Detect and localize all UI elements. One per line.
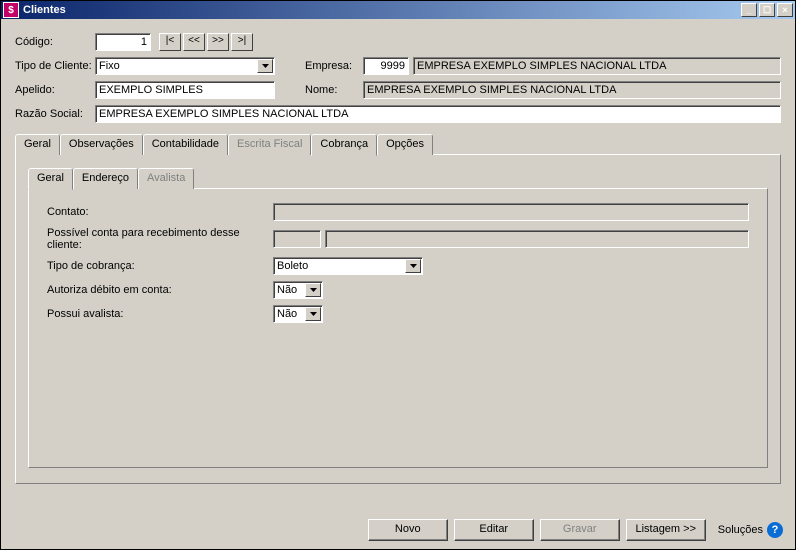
outer-tab-panel: Geral Endereço Avalista Contato: Possíve… <box>15 154 781 484</box>
empresa-label: Empresa: <box>305 60 363 72</box>
close-button[interactable]: × <box>777 3 793 17</box>
tipo-cobranca-label: Tipo de cobrança: <box>47 260 273 272</box>
tipo-cliente-value: Fixo <box>96 60 256 72</box>
help-icon: ? <box>767 522 783 538</box>
app-icon: $ <box>3 2 19 18</box>
inner-tab-panel: Contato: Possível conta para recebimento… <box>28 188 768 468</box>
autoriza-debito-combo[interactable]: Não <box>273 281 323 299</box>
apelido-label: Apelido: <box>15 84 95 96</box>
chevron-down-icon[interactable] <box>305 283 321 297</box>
window-title: Clientes <box>23 4 741 16</box>
subtab-geral[interactable]: Geral <box>28 168 73 190</box>
apelido-field[interactable]: EXEMPLO SIMPLES <box>95 81 275 99</box>
codigo-label: Código: <box>15 36 95 48</box>
minimize-button[interactable]: _ <box>741 3 757 17</box>
nome-field: EMPRESA EXEMPLO SIMPLES NACIONAL LTDA <box>363 81 781 99</box>
tab-geral[interactable]: Geral <box>15 134 60 155</box>
conta-desc-field <box>325 230 749 248</box>
tab-observacoes[interactable]: Observações <box>60 134 143 155</box>
solucoes-link[interactable]: Soluções ? <box>718 522 783 538</box>
nav-next-button[interactable]: >> <box>207 33 229 51</box>
gravar-button: Gravar <box>540 519 620 541</box>
possui-avalista-label: Possui avalista: <box>47 308 273 320</box>
chevron-down-icon[interactable] <box>257 59 273 73</box>
contato-label: Contato: <box>47 206 273 218</box>
titlebar: $ Clientes _ ☐ × <box>1 1 795 19</box>
nav-first-button[interactable]: |< <box>159 33 181 51</box>
listagem-button[interactable]: Listagem >> <box>626 519 706 541</box>
contato-field[interactable] <box>273 203 749 221</box>
empresa-code-field[interactable]: 9999 <box>363 57 409 75</box>
subtab-endereco[interactable]: Endereço <box>73 168 138 189</box>
tipo-cobranca-combo[interactable]: Boleto <box>273 257 423 275</box>
tab-contabilidade[interactable]: Contabilidade <box>143 134 228 155</box>
footer: Novo Editar Gravar Listagem >> Soluções … <box>1 513 795 549</box>
outer-tabs: Geral Observações Contabilidade Escrita … <box>15 134 781 155</box>
razao-social-field[interactable]: EMPRESA EXEMPLO SIMPLES NACIONAL LTDA <box>95 105 781 123</box>
chevron-down-icon[interactable] <box>405 259 421 273</box>
nav-prev-button[interactable]: << <box>183 33 205 51</box>
possui-avalista-combo[interactable]: Não <box>273 305 323 323</box>
conta-code-field[interactable] <box>273 230 321 248</box>
razao-social-label: Razão Social: <box>15 108 95 120</box>
possui-avalista-value: Não <box>274 308 304 320</box>
tab-opcoes[interactable]: Opções <box>377 134 433 155</box>
conta-recebimento-label: Possível conta para recebimento desse cl… <box>47 227 273 251</box>
tipo-cobranca-value: Boleto <box>274 260 404 272</box>
maximize-button[interactable]: ☐ <box>759 3 775 17</box>
tab-cobranca[interactable]: Cobrança <box>311 134 377 156</box>
empresa-name-field: EMPRESA EXEMPLO SIMPLES NACIONAL LTDA <box>413 57 781 75</box>
codigo-field[interactable]: 1 <box>95 33 151 51</box>
nome-label: Nome: <box>305 84 363 96</box>
editar-button[interactable]: Editar <box>454 519 534 541</box>
clientes-window: $ Clientes _ ☐ × Código: 1 |< << >> >| T… <box>0 0 796 550</box>
novo-button[interactable]: Novo <box>368 519 448 541</box>
tipo-cliente-label: Tipo de Cliente: <box>15 60 95 72</box>
nav-last-button[interactable]: >| <box>231 33 253 51</box>
solucoes-label: Soluções <box>718 524 763 536</box>
subtab-avalista: Avalista <box>138 168 194 189</box>
inner-tabs: Geral Endereço Avalista <box>28 168 768 189</box>
tipo-cliente-combo[interactable]: Fixo <box>95 57 275 75</box>
tab-escrita-fiscal: Escrita Fiscal <box>228 134 311 155</box>
autoriza-debito-value: Não <box>274 284 304 296</box>
autoriza-debito-label: Autoriza débito em conta: <box>47 284 273 296</box>
chevron-down-icon[interactable] <box>305 307 321 321</box>
